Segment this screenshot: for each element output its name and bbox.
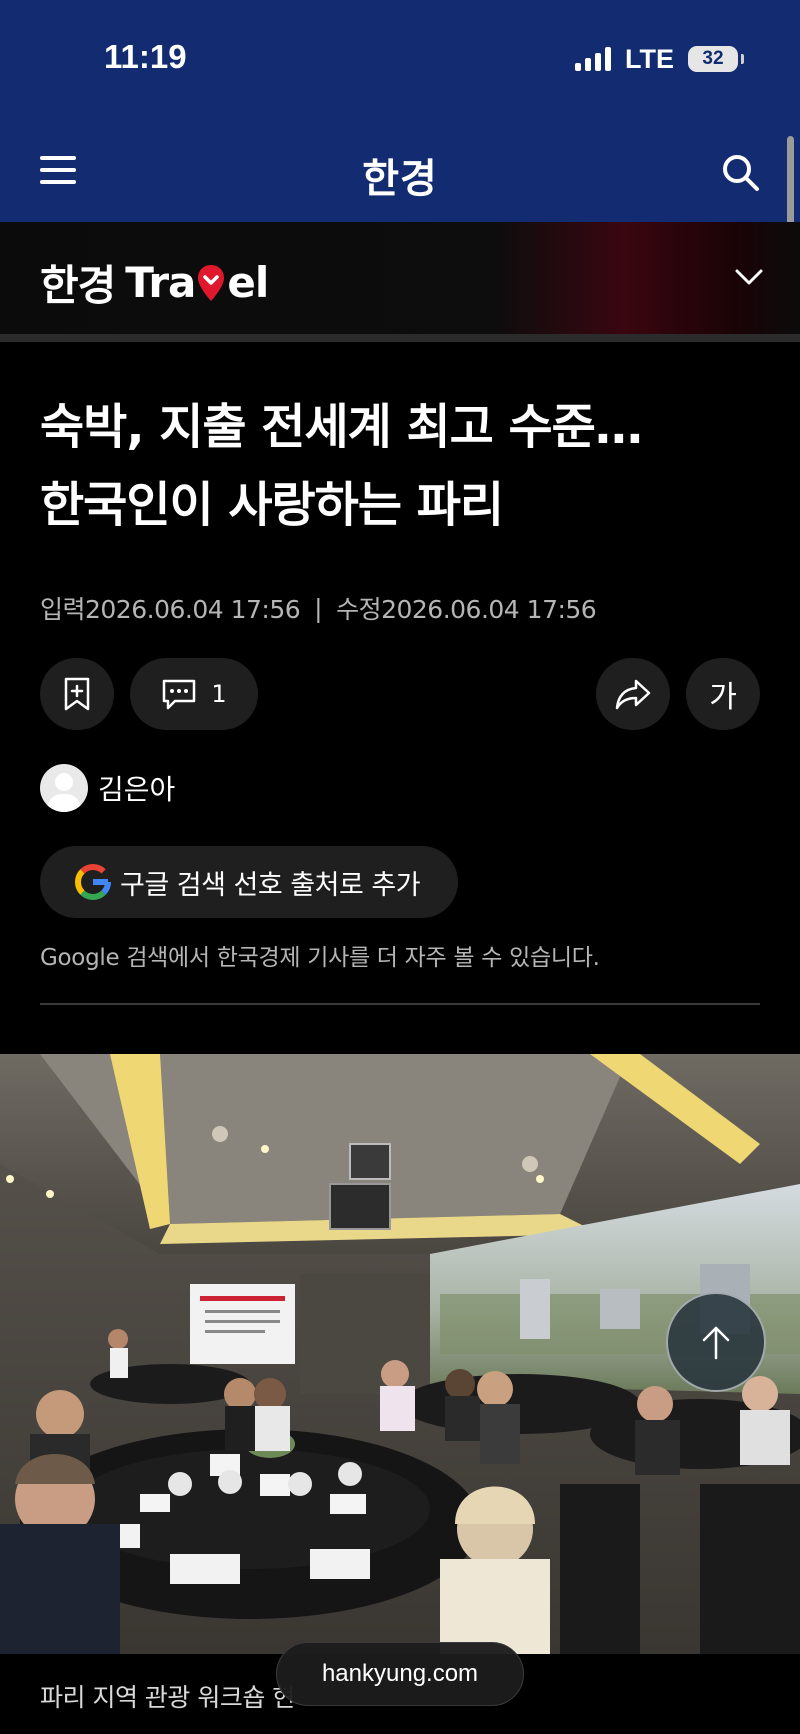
- section-bar: 한경 Tra el: [0, 222, 800, 334]
- search-icon[interactable]: [720, 152, 760, 192]
- comment-count: 1: [211, 680, 227, 708]
- section-logo-en: Tra el: [125, 258, 269, 307]
- status-indicators: LTE 32: [575, 42, 744, 76]
- google-button-label: 구글 검색 선호 출처로 추가: [120, 869, 421, 901]
- battery-level: 32: [702, 48, 724, 69]
- status-time: 11:19: [104, 38, 187, 75]
- section-logo-ko: 한경: [40, 261, 116, 310]
- chevron-down-icon[interactable]: [734, 262, 764, 292]
- page: 11:19 LTE 32 한경 한경 Tra el 숙박, 지출 전세계 최고 …: [0, 0, 800, 1734]
- article-dates: 입력2026.06.04 17:56 | 수정2026.06.04 17:56: [40, 590, 597, 626]
- battery-icon: 32: [688, 46, 744, 72]
- signal-icon: [575, 47, 611, 71]
- scroll-to-top-button[interactable]: [666, 1292, 766, 1392]
- date-separator: |: [314, 593, 323, 623]
- section-logo-en-right: el: [227, 258, 269, 307]
- google-note: Google 검색에서 한국경제 기사를 더 자주 볼 수 있습니다.: [40, 945, 600, 971]
- browser-url-bar[interactable]: hankyung.com: [276, 1642, 524, 1706]
- article-headline: 숙박, 지출 전세계 최고 수준… 한국인이 사랑하는 파리: [40, 388, 760, 544]
- google-preferred-source-button[interactable]: 구글 검색 선호 출처로 추가: [40, 846, 458, 918]
- bookmark-button[interactable]: [40, 658, 114, 730]
- network-label: LTE: [625, 43, 674, 74]
- comment-button[interactable]: 1: [130, 658, 258, 730]
- section-logo-en-left: Tra: [125, 258, 196, 307]
- site-logo[interactable]: 한경: [0, 146, 800, 204]
- article-divider: [40, 1003, 760, 1005]
- published-date: 입력2026.06.04 17:56: [40, 595, 301, 624]
- section-logo[interactable]: 한경 Tra el: [40, 252, 269, 313]
- app-header: 한경: [0, 118, 800, 222]
- font-size-button[interactable]: 가: [686, 658, 760, 730]
- status-bar: 11:19 LTE 32: [0, 0, 800, 118]
- share-icon: [615, 679, 651, 710]
- headline-line-1: 숙박, 지출 전세계 최고 수준…: [40, 399, 643, 455]
- avatar: [40, 764, 88, 812]
- bookmark-icon: [64, 677, 90, 711]
- arrow-up-icon: [702, 1326, 730, 1360]
- map-pin-icon: [198, 264, 225, 301]
- modified-date: 수정2026.06.04 17:56: [336, 595, 597, 624]
- share-button[interactable]: [596, 658, 670, 730]
- google-icon: [75, 864, 111, 900]
- headline-line-2: 한국인이 사랑하는 파리: [40, 477, 504, 533]
- comment-icon: [163, 679, 196, 710]
- author-name: 김은아: [98, 773, 176, 806]
- section-divider: [0, 334, 800, 342]
- author[interactable]: 김은아: [40, 764, 175, 812]
- photo-caption: 파리 지역 관광 워크숍 현: [40, 1683, 295, 1712]
